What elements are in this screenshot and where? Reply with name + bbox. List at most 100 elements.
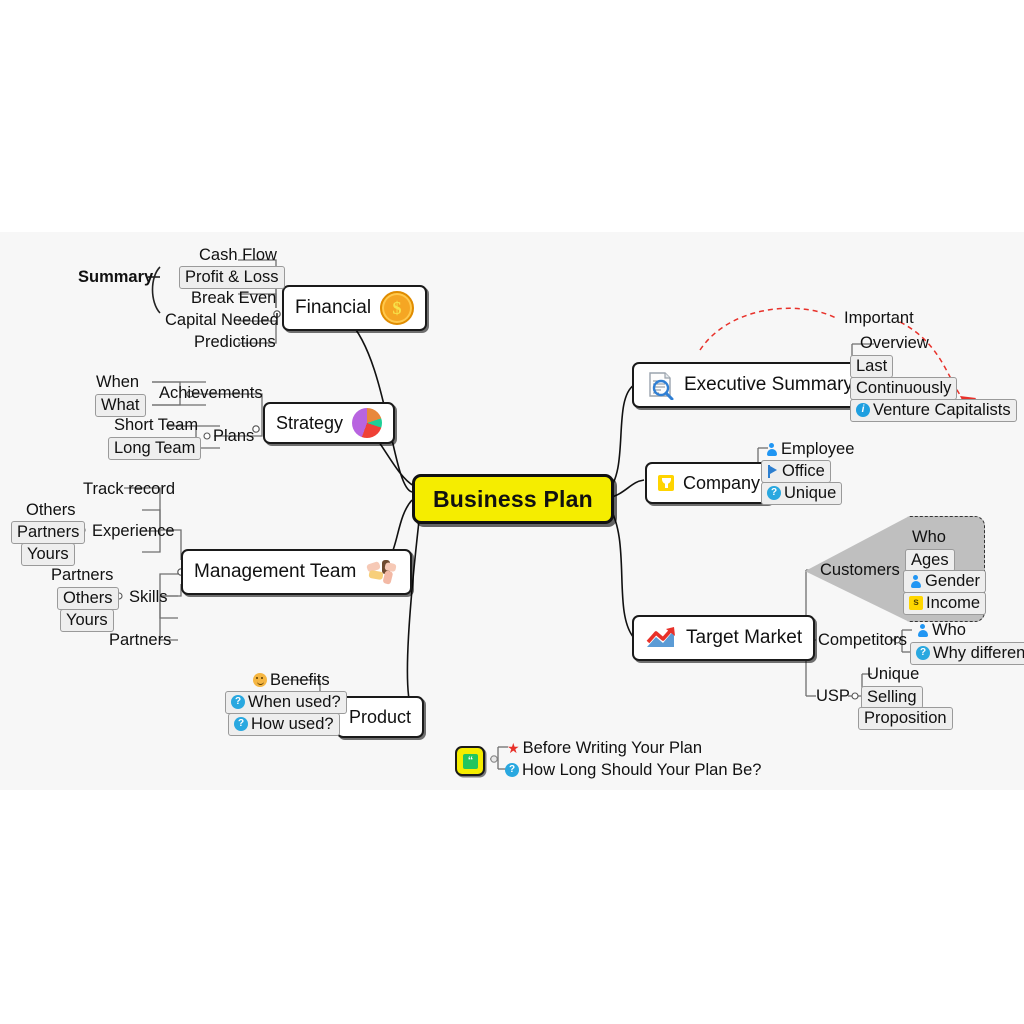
sub-topic-label: When used? (248, 693, 341, 711)
sub-topic-skills-yours[interactable]: Yours (60, 609, 114, 633)
sub-topic-label: Why different (933, 644, 1024, 662)
callout-important: Important (844, 309, 914, 327)
sub-topic-break-even[interactable]: Break Even (187, 288, 280, 309)
sub-topic-profit-loss[interactable]: Profit & Loss (179, 266, 285, 290)
sub-topic-label: Skills (129, 588, 168, 606)
smiley-icon (253, 673, 267, 688)
sub-topic-customers[interactable]: Customers (816, 560, 904, 581)
sub-topic-customers-who[interactable]: Who (908, 527, 950, 548)
sub-topic-achievements[interactable]: Achievements (155, 383, 267, 404)
sub-topic-label: Venture Capitalists (873, 401, 1011, 419)
sub-topic-label: Short Team (114, 416, 199, 434)
sub-topic-selling[interactable]: Selling (861, 686, 923, 710)
sub-topic-label: Proposition (864, 709, 947, 727)
sub-topic-label: Break Even (191, 289, 277, 307)
sub-topic-experience-others[interactable]: Others (22, 500, 80, 521)
sub-topic-gender[interactable]: Gender (903, 570, 987, 594)
sub-topic-experience-partners[interactable]: Partners (11, 521, 86, 545)
handshake-icon (365, 557, 399, 587)
sub-topic-competitors-who[interactable]: Who (912, 620, 970, 641)
sub-topic-label: Experience (92, 522, 175, 540)
branch-node-company[interactable]: Company (645, 462, 774, 504)
sub-topic-benefits[interactable]: Benefits (249, 670, 334, 691)
sub-topic-label: Office (782, 462, 825, 480)
branch-node-management-team[interactable]: Management Team (181, 549, 413, 595)
sub-topic-short-team[interactable]: Short Team (110, 415, 202, 436)
sub-topic-label: When (96, 373, 140, 391)
sub-topic-how-used[interactable]: ? How used? (228, 713, 340, 737)
sub-topic-skills-partners-bottom[interactable]: Partners (105, 630, 175, 651)
sub-topic-label: Plans (213, 427, 255, 445)
question-icon: ? (231, 695, 245, 710)
person-icon (765, 442, 778, 456)
sub-topic-label: Yours (66, 611, 108, 629)
money-icon: s (909, 596, 923, 611)
sub-topic-label: Competitors (818, 631, 907, 649)
branch-node-company-label: Company (683, 472, 761, 493)
sub-topic-label: What (101, 396, 140, 414)
floating-note-icon-box[interactable]: “ (455, 746, 485, 776)
sub-topic-when[interactable]: When (92, 372, 143, 393)
sub-topic-label: Ages (911, 551, 949, 569)
branch-node-financial-label: Financial (295, 297, 372, 318)
branch-node-strategy[interactable]: Strategy (263, 402, 396, 444)
sub-topic-label: Selling (867, 688, 917, 706)
branch-node-executive-summary[interactable]: Executive Summary (632, 362, 866, 408)
sub-topic-label: Gender (925, 572, 981, 590)
sub-topic-skills[interactable]: Skills (125, 587, 172, 608)
question-icon: ? (916, 646, 930, 661)
sub-topic-overview[interactable]: Overview (856, 333, 933, 354)
sub-topic-label: Partners (109, 631, 172, 649)
sub-topic-usp[interactable]: USP (812, 686, 854, 707)
sub-topic-label: Customers (820, 561, 900, 579)
sub-topic-label: Others (26, 501, 76, 519)
sub-topic-label: Track record (83, 480, 175, 498)
note-before-writing[interactable]: ★ Before Writing Your Plan (503, 738, 706, 759)
note-how-long[interactable]: ? How Long Should Your Plan Be? (501, 760, 765, 781)
sub-topic-predictions[interactable]: Predictions (190, 332, 280, 353)
sub-topic-venture-capitalists[interactable]: i Venture Capitalists (850, 399, 1017, 423)
sub-topic-last[interactable]: Last (850, 355, 894, 379)
sub-topic-track-record[interactable]: Track record (79, 479, 179, 500)
sub-topic-cash-flow[interactable]: Cash Flow (195, 245, 281, 266)
sub-topic-when-used[interactable]: ? When used? (225, 691, 347, 715)
person-icon (909, 574, 922, 588)
sub-topic-label: Partners (51, 566, 114, 584)
branch-node-financial[interactable]: Financial $ (282, 285, 428, 331)
sub-topic-experience-yours[interactable]: Yours (21, 543, 75, 567)
sub-topic-experience[interactable]: Experience (88, 521, 179, 542)
trophy-icon (658, 475, 674, 491)
branch-node-target-market[interactable]: Target Market (632, 615, 816, 661)
sub-topic-ages[interactable]: Ages (905, 549, 955, 573)
sub-topic-label: Unique (867, 665, 920, 683)
sub-topic-plans[interactable]: Plans (209, 426, 258, 447)
sub-topic-label: Profit & Loss (185, 268, 279, 286)
sub-topic-unique-company[interactable]: ? Unique (761, 482, 843, 506)
quote-note-icon: “ (455, 746, 485, 776)
sub-topic-capital-needed[interactable]: Capital Needed (161, 310, 283, 331)
branch-node-product[interactable]: Product (336, 696, 425, 738)
coin-dollar-icon: $ (380, 291, 415, 325)
sub-topic-proposition[interactable]: Proposition (858, 707, 953, 731)
sub-topic-skills-partners-top[interactable]: Partners (47, 565, 117, 586)
sub-topic-label: Cash Flow (199, 246, 277, 264)
sub-topic-income[interactable]: s Income (903, 592, 987, 616)
sub-topic-unique[interactable]: Unique (863, 664, 923, 685)
sub-topic-label: Yours (27, 545, 69, 563)
sub-topic-label: Last (856, 357, 888, 375)
central-node[interactable]: Business Plan (412, 474, 614, 524)
sub-topic-employee[interactable]: Employee (761, 439, 858, 460)
sub-topic-why-different[interactable]: ? Why different (910, 642, 1024, 666)
sub-topic-label: Before Writing Your Plan (522, 739, 703, 757)
pie-chart-icon (352, 408, 383, 438)
person-icon (916, 623, 929, 637)
sub-topic-skills-others[interactable]: Others (57, 587, 119, 611)
sub-topic-continuously[interactable]: Continuously (850, 377, 958, 401)
sub-topic-what[interactable]: What (95, 394, 146, 418)
sub-topic-long-team[interactable]: Long Team (108, 437, 202, 461)
sub-topic-office[interactable]: Office (761, 460, 831, 484)
boundary-label-summary: Summary (78, 268, 154, 286)
central-node-label: Business Plan (433, 485, 593, 512)
sub-topic-label: Partners (17, 523, 80, 541)
sub-topic-competitors[interactable]: Competitors (814, 630, 911, 651)
